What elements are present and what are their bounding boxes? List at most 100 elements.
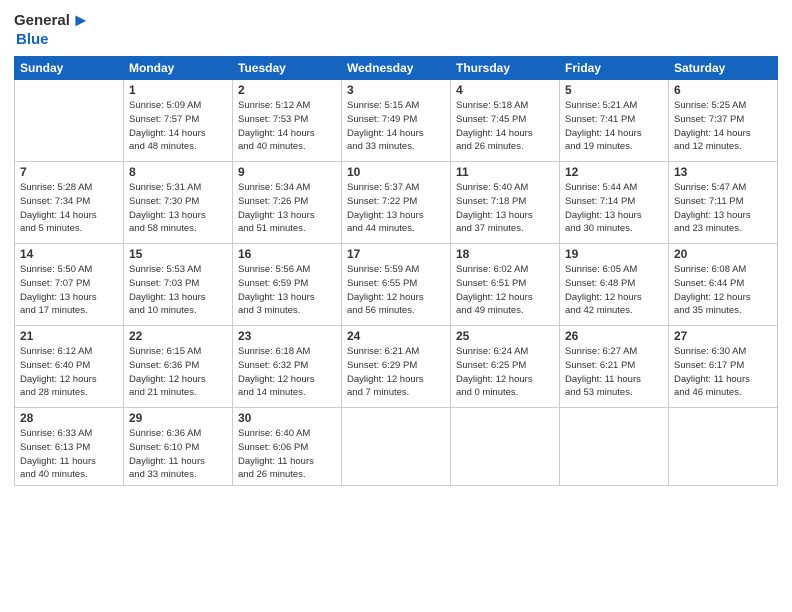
- calendar-cell: 27 Sunrise: 6:30 AM Sunset: 6:17 PM Dayli…: [669, 326, 778, 408]
- day-info: Sunrise: 6:40 AM Sunset: 6:06 PM Dayligh…: [238, 427, 336, 482]
- day-info: Sunrise: 5:59 AM Sunset: 6:55 PM Dayligh…: [347, 263, 445, 318]
- day-number: 9: [238, 165, 336, 179]
- day-number: 3: [347, 83, 445, 97]
- calendar-cell: 13 Sunrise: 5:47 AM Sunset: 7:11 PM Dayli…: [669, 162, 778, 244]
- calendar-cell: 4Sunrise: 5:18 AM Sunset: 7:45 PM Daylig…: [451, 80, 560, 162]
- calendar-cell: 19 Sunrise: 6:05 AM Sunset: 6:48 PM Dayli…: [560, 244, 669, 326]
- day-number: 23: [238, 329, 336, 343]
- day-info: Sunrise: 6:36 AM Sunset: 6:10 PM Dayligh…: [129, 427, 227, 482]
- day-info: Sunrise: 6:33 AM Sunset: 6:13 PM Dayligh…: [20, 427, 118, 482]
- calendar-week-row: 14 Sunrise: 5:50 AM Sunset: 7:07 PM Dayli…: [15, 244, 778, 326]
- day-info: Sunrise: 5:15 AM Sunset: 7:49 PM Dayligh…: [347, 99, 445, 154]
- day-info: Sunrise: 5:28 AM Sunset: 7:34 PM Dayligh…: [20, 181, 118, 236]
- calendar-cell: [15, 80, 124, 162]
- day-number: 14: [20, 247, 118, 261]
- day-info: Sunrise: 6:27 AM Sunset: 6:21 PM Dayligh…: [565, 345, 663, 400]
- day-info: Sunrise: 6:24 AM Sunset: 6:25 PM Dayligh…: [456, 345, 554, 400]
- day-info: Sunrise: 6:30 AM Sunset: 6:17 PM Dayligh…: [674, 345, 772, 400]
- day-number: 25: [456, 329, 554, 343]
- day-number: 20: [674, 247, 772, 261]
- calendar-cell: 30 Sunrise: 6:40 AM Sunset: 6:06 PM Dayli…: [233, 408, 342, 486]
- day-number: 11: [456, 165, 554, 179]
- calendar-cell: 18 Sunrise: 6:02 AM Sunset: 6:51 PM Dayli…: [451, 244, 560, 326]
- day-info: Sunrise: 5:31 AM Sunset: 7:30 PM Dayligh…: [129, 181, 227, 236]
- day-number: 6: [674, 83, 772, 97]
- day-info: Sunrise: 5:21 AM Sunset: 7:41 PM Dayligh…: [565, 99, 663, 154]
- logo: General ► Blue: [14, 10, 90, 48]
- calendar-cell: 28Sunrise: 6:33 AM Sunset: 6:13 PM Dayli…: [15, 408, 124, 486]
- day-number: 26: [565, 329, 663, 343]
- calendar-week-row: 28Sunrise: 6:33 AM Sunset: 6:13 PM Dayli…: [15, 408, 778, 486]
- calendar-cell: 10 Sunrise: 5:37 AM Sunset: 7:22 PM Dayli…: [342, 162, 451, 244]
- day-info: Sunrise: 5:12 AM Sunset: 7:53 PM Dayligh…: [238, 99, 336, 154]
- logo-text-general: General: [14, 12, 70, 29]
- day-number: 24: [347, 329, 445, 343]
- day-number: 17: [347, 247, 445, 261]
- day-number: 19: [565, 247, 663, 261]
- calendar-cell: 23 Sunrise: 6:18 AM Sunset: 6:32 PM Dayli…: [233, 326, 342, 408]
- day-info: Sunrise: 6:12 AM Sunset: 6:40 PM Dayligh…: [20, 345, 118, 400]
- calendar-cell: 11Sunrise: 5:40 AM Sunset: 7:18 PM Dayli…: [451, 162, 560, 244]
- day-number: 10: [347, 165, 445, 179]
- day-info: Sunrise: 5:50 AM Sunset: 7:07 PM Dayligh…: [20, 263, 118, 318]
- day-info: Sunrise: 5:37 AM Sunset: 7:22 PM Dayligh…: [347, 181, 445, 236]
- day-number: 29: [129, 411, 227, 425]
- day-info: Sunrise: 6:08 AM Sunset: 6:44 PM Dayligh…: [674, 263, 772, 318]
- day-number: 8: [129, 165, 227, 179]
- day-info: Sunrise: 5:44 AM Sunset: 7:14 PM Dayligh…: [565, 181, 663, 236]
- day-info: Sunrise: 5:47 AM Sunset: 7:11 PM Dayligh…: [674, 181, 772, 236]
- day-number: 1: [129, 83, 227, 97]
- calendar-cell: 29 Sunrise: 6:36 AM Sunset: 6:10 PM Dayli…: [124, 408, 233, 486]
- calendar-cell: 24 Sunrise: 6:21 AM Sunset: 6:29 PM Dayli…: [342, 326, 451, 408]
- day-number: 21: [20, 329, 118, 343]
- page-header: General ► Blue: [14, 10, 778, 48]
- calendar-table: SundayMondayTuesdayWednesdayThursdayFrid…: [14, 56, 778, 486]
- day-number: 30: [238, 411, 336, 425]
- day-number: 16: [238, 247, 336, 261]
- calendar-cell: 9 Sunrise: 5:34 AM Sunset: 7:26 PM Daylig…: [233, 162, 342, 244]
- day-info: Sunrise: 5:56 AM Sunset: 6:59 PM Dayligh…: [238, 263, 336, 318]
- calendar-cell: 8 Sunrise: 5:31 AM Sunset: 7:30 PM Daylig…: [124, 162, 233, 244]
- day-number: 2: [238, 83, 336, 97]
- calendar-cell: 5Sunrise: 5:21 AM Sunset: 7:41 PM Daylig…: [560, 80, 669, 162]
- day-header-saturday: Saturday: [669, 57, 778, 80]
- calendar-week-row: 1Sunrise: 5:09 AM Sunset: 7:57 PM Daylig…: [15, 80, 778, 162]
- calendar-header-row: SundayMondayTuesdayWednesdayThursdayFrid…: [15, 57, 778, 80]
- calendar-cell: [669, 408, 778, 486]
- calendar-cell: 25 Sunrise: 6:24 AM Sunset: 6:25 PM Dayli…: [451, 326, 560, 408]
- calendar-cell: 6 Sunrise: 5:25 AM Sunset: 7:37 PM Daylig…: [669, 80, 778, 162]
- day-number: 4: [456, 83, 554, 97]
- day-number: 27: [674, 329, 772, 343]
- day-header-thursday: Thursday: [451, 57, 560, 80]
- calendar-cell: 21 Sunrise: 6:12 AM Sunset: 6:40 PM Dayli…: [15, 326, 124, 408]
- day-info: Sunrise: 6:18 AM Sunset: 6:32 PM Dayligh…: [238, 345, 336, 400]
- calendar-cell: 2 Sunrise: 5:12 AM Sunset: 7:53 PM Daylig…: [233, 80, 342, 162]
- day-number: 12: [565, 165, 663, 179]
- day-info: Sunrise: 5:34 AM Sunset: 7:26 PM Dayligh…: [238, 181, 336, 236]
- calendar-cell: 7Sunrise: 5:28 AM Sunset: 7:34 PM Daylig…: [15, 162, 124, 244]
- calendar-cell: 17 Sunrise: 5:59 AM Sunset: 6:55 PM Dayli…: [342, 244, 451, 326]
- day-info: Sunrise: 6:05 AM Sunset: 6:48 PM Dayligh…: [565, 263, 663, 318]
- calendar-cell: 3 Sunrise: 5:15 AM Sunset: 7:49 PM Daylig…: [342, 80, 451, 162]
- day-info: Sunrise: 6:21 AM Sunset: 6:29 PM Dayligh…: [347, 345, 445, 400]
- calendar-cell: 14 Sunrise: 5:50 AM Sunset: 7:07 PM Dayli…: [15, 244, 124, 326]
- calendar-cell: [560, 408, 669, 486]
- calendar-week-row: 21 Sunrise: 6:12 AM Sunset: 6:40 PM Dayli…: [15, 326, 778, 408]
- day-info: Sunrise: 6:15 AM Sunset: 6:36 PM Dayligh…: [129, 345, 227, 400]
- day-info: Sunrise: 5:25 AM Sunset: 7:37 PM Dayligh…: [674, 99, 772, 154]
- calendar-cell: 15Sunrise: 5:53 AM Sunset: 7:03 PM Dayli…: [124, 244, 233, 326]
- day-header-wednesday: Wednesday: [342, 57, 451, 80]
- calendar-week-row: 7Sunrise: 5:28 AM Sunset: 7:34 PM Daylig…: [15, 162, 778, 244]
- day-info: Sunrise: 5:53 AM Sunset: 7:03 PM Dayligh…: [129, 263, 227, 318]
- calendar-cell: 22 Sunrise: 6:15 AM Sunset: 6:36 PM Dayli…: [124, 326, 233, 408]
- day-header-monday: Monday: [124, 57, 233, 80]
- day-number: 13: [674, 165, 772, 179]
- calendar-cell: 26 Sunrise: 6:27 AM Sunset: 6:21 PM Dayli…: [560, 326, 669, 408]
- day-info: Sunrise: 6:02 AM Sunset: 6:51 PM Dayligh…: [456, 263, 554, 318]
- day-number: 18: [456, 247, 554, 261]
- calendar-cell: 16 Sunrise: 5:56 AM Sunset: 6:59 PM Dayli…: [233, 244, 342, 326]
- day-header-sunday: Sunday: [15, 57, 124, 80]
- calendar-cell: 20 Sunrise: 6:08 AM Sunset: 6:44 PM Dayli…: [669, 244, 778, 326]
- day-number: 22: [129, 329, 227, 343]
- logo-icon: ►: [72, 10, 90, 31]
